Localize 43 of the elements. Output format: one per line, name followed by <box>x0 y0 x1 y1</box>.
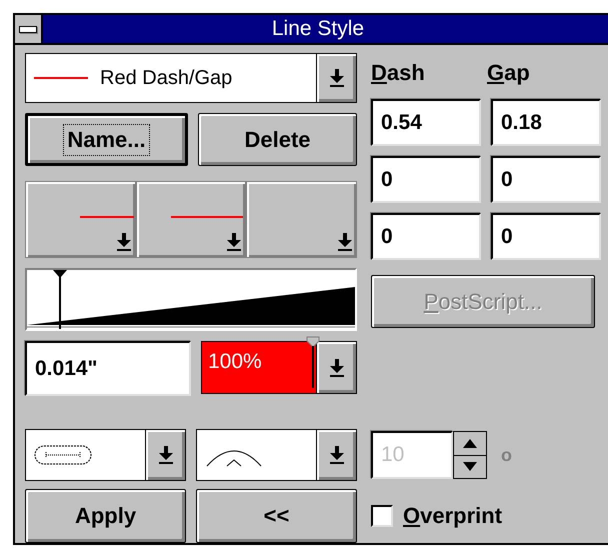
line-join-dropdown[interactable] <box>196 429 357 481</box>
down-arrow-icon <box>330 69 344 87</box>
collapse-button[interactable]: << <box>196 489 357 543</box>
system-menu-button[interactable] <box>15 15 43 43</box>
dash-pattern-button[interactable] <box>136 181 246 258</box>
dash-field[interactable]: 0 <box>371 213 481 260</box>
style-name: Red Dash/Gap <box>100 66 232 90</box>
gap-label: Gap <box>487 60 531 86</box>
tint-slider-thumb[interactable] <box>306 336 320 388</box>
line-preview-icon <box>80 216 134 218</box>
name-button[interactable]: Name... <box>25 113 188 166</box>
down-arrow-icon <box>116 233 131 251</box>
down-arrow-icon <box>227 233 242 251</box>
dropdown-button[interactable] <box>316 430 356 480</box>
down-arrow-icon <box>338 233 352 251</box>
apply-button[interactable]: Apply <box>25 489 186 543</box>
gap-field[interactable]: 0 <box>491 213 601 260</box>
taper-graph[interactable] <box>25 268 357 331</box>
overprint-checkbox[interactable] <box>371 505 393 527</box>
down-arrow-icon <box>158 446 172 464</box>
line-cap-dropdown[interactable] <box>25 429 186 481</box>
gap-field[interactable]: 0 <box>491 156 601 203</box>
rounded-cap-icon <box>34 445 92 465</box>
down-arrow-icon <box>330 446 344 464</box>
width-field[interactable]: 0.014" <box>25 341 191 396</box>
down-arrow-icon <box>330 358 344 376</box>
delete-button[interactable]: Delete <box>198 113 357 166</box>
dash-field[interactable]: 0.54 <box>371 99 481 146</box>
slider-thumb[interactable] <box>52 270 67 329</box>
line-preview-icon <box>170 216 243 218</box>
dropdown-button[interactable] <box>316 54 356 102</box>
tint-value: 100% <box>208 350 262 374</box>
dropdown-button[interactable] <box>145 430 185 480</box>
degree-unit: o <box>501 444 512 466</box>
overprint-label[interactable]: Overprint <box>403 503 502 529</box>
dropdown-button[interactable] <box>316 342 356 393</box>
dash-label: Dash <box>371 60 426 86</box>
line-end-button[interactable] <box>246 181 358 258</box>
gap-field[interactable]: 0.18 <box>491 99 601 146</box>
line-style-dropdown[interactable]: Red Dash/Gap <box>25 53 357 103</box>
line-start-button[interactable] <box>25 181 136 258</box>
dash-field[interactable]: 0 <box>371 156 481 203</box>
window-title: Line Style <box>270 17 366 41</box>
